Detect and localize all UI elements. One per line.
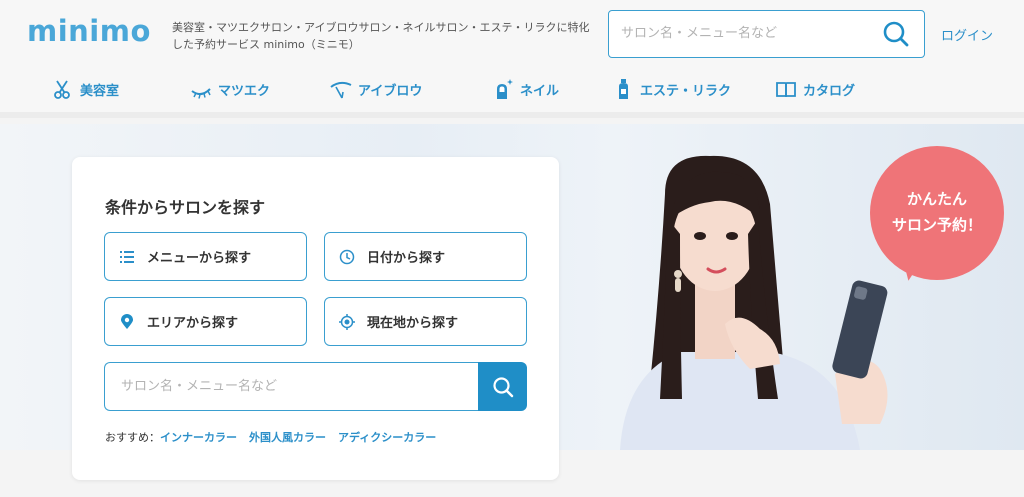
nav-item-eyelash[interactable]: マツエク (190, 72, 270, 106)
recommend-link[interactable]: インナーカラー (160, 429, 237, 445)
site-header: minimo 美容室・マツエクサロン・アイブロウサロン・ネイルサロン・エステ・リ… (0, 0, 1024, 118)
nav-item-esthetic-relax[interactable]: エステ・リラク (612, 72, 731, 106)
nav-item-eyebrow[interactable]: アイブロウ (330, 72, 422, 106)
promo-speech-bubble: かんたん サロン予約！ (870, 146, 1004, 283)
search-by-current-location-button[interactable]: 現在地から探す (324, 297, 527, 346)
recommended-keywords: おすすめ： インナーカラー 外国人風カラー アディクシーカラー (105, 429, 448, 445)
nav-item-catalog[interactable]: カタログ (775, 72, 855, 106)
clock-icon (339, 249, 355, 264)
recommend-link[interactable]: アディクシーカラー (338, 429, 436, 445)
book-icon (776, 82, 796, 98)
search-by-area-button[interactable]: エリアから探す (104, 297, 307, 346)
nail-icon (497, 79, 513, 99)
scissors-icon (54, 80, 70, 99)
category-nav: 美容室 マツエク アイブロウ ネイル エステ・リラク カタログ (0, 72, 1024, 106)
salon-search-card: 条件からサロンを探す メニューから探す 日付から探す エリアから探す 現在地から… (72, 157, 559, 480)
nav-label: 美容室 (80, 83, 120, 99)
map-pin-icon (121, 313, 133, 329)
nav-label: エステ・リラク (640, 83, 732, 99)
nav-label: アイブロウ (358, 83, 423, 99)
nav-label: カタログ (803, 83, 856, 99)
header-search-box (608, 10, 925, 58)
header-search-input[interactable] (609, 11, 869, 56)
site-tagline: 美容室・マツエクサロン・アイブロウサロン・ネイルサロン・エステ・リラクに特化した… (172, 21, 590, 51)
bubble-line-2: サロン予約！ (891, 216, 982, 234)
search-icon[interactable] (882, 20, 910, 48)
search-by-date-button[interactable]: 日付から探す (324, 232, 527, 281)
button-label: メニューから探す (147, 251, 252, 266)
button-label: エリアから探す (147, 316, 239, 331)
salon-search-input[interactable] (104, 362, 479, 411)
recommend-link[interactable]: 外国人風カラー (249, 429, 326, 445)
eyelash-icon (191, 88, 211, 99)
eyebrow-icon (330, 81, 352, 99)
nav-label: マツエク (218, 83, 271, 99)
card-title: 条件からサロンを探す (105, 198, 266, 217)
model-photo (620, 155, 888, 450)
location-target-icon (339, 313, 355, 330)
login-link[interactable]: ログイン (941, 25, 993, 44)
search-icon (492, 376, 513, 397)
nav-item-nail[interactable]: ネイル (492, 72, 559, 106)
bubble-line-1: かんたん (906, 190, 967, 208)
bottle-icon (619, 79, 628, 99)
logo[interactable]: minimo (27, 14, 151, 48)
card-search-box (104, 362, 527, 411)
recommend-label: おすすめ： (105, 431, 160, 444)
nav-label: ネイル (520, 83, 560, 99)
button-label: 日付から探す (367, 251, 446, 266)
nav-item-hair-salon[interactable]: 美容室 (52, 72, 119, 106)
button-label: 現在地から探す (367, 316, 459, 331)
search-submit-button[interactable] (478, 362, 527, 411)
search-by-menu-button[interactable]: メニューから探す (104, 232, 307, 281)
list-icon (120, 250, 134, 263)
